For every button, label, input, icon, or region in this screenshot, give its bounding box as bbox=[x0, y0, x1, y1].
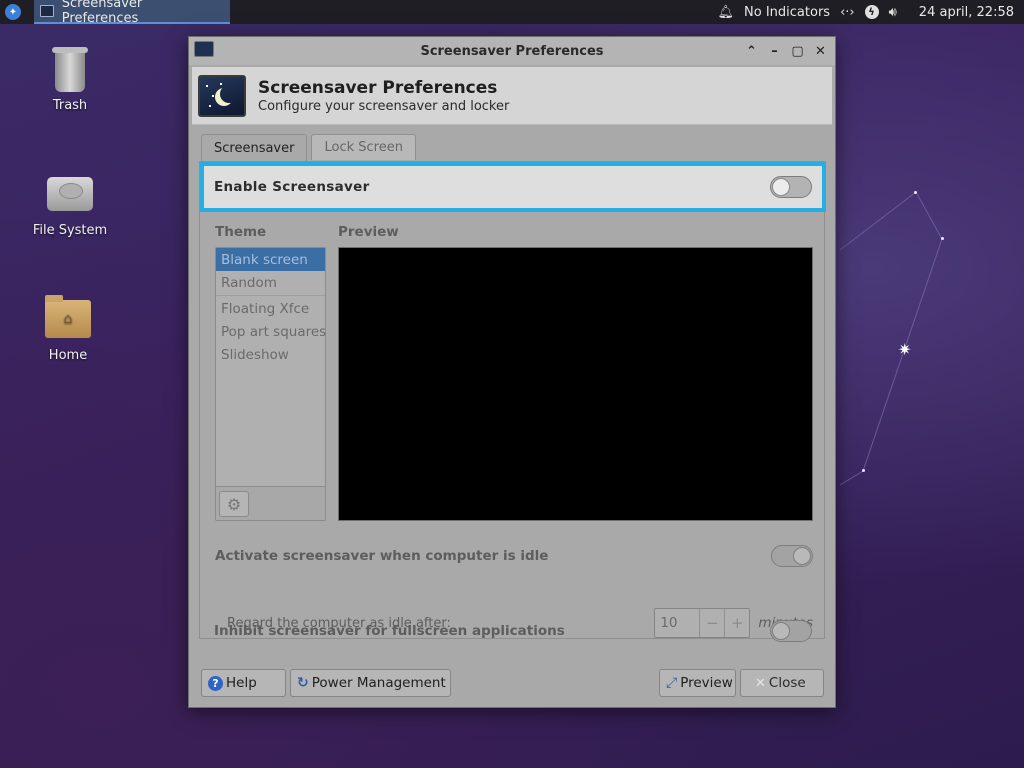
clock[interactable]: 24 april, 22:58 bbox=[919, 5, 1014, 20]
preview-button[interactable]: ⤢ Preview bbox=[659, 669, 736, 697]
dialog-header: Screensaver Preferences Configure your s… bbox=[192, 67, 832, 125]
applications-menu-button[interactable]: ✦ bbox=[0, 0, 26, 24]
preview-button-label: Preview bbox=[680, 675, 733, 691]
close-icon[interactable]: ✕ bbox=[814, 45, 827, 58]
enable-screensaver-row[interactable]: Enable Screensaver bbox=[200, 162, 826, 212]
theme-item-slideshow[interactable]: Slideshow bbox=[216, 343, 325, 366]
network-icon[interactable]: ‹·› bbox=[840, 5, 855, 20]
inhibit-fullscreen-switch[interactable] bbox=[770, 620, 812, 642]
enable-screensaver-label: Enable Screensaver bbox=[214, 179, 370, 195]
theme-item-floating-xfce[interactable]: Floating Xfce bbox=[216, 297, 325, 320]
screensaver-icon bbox=[198, 74, 246, 117]
tab-lock-screen[interactable]: Lock Screen bbox=[311, 134, 416, 160]
maximize-icon[interactable]: ▢ bbox=[791, 45, 804, 58]
window-title: Screensaver Preferences bbox=[420, 43, 604, 59]
switch-knob bbox=[793, 547, 811, 565]
activate-idle-label: Activate screensaver when computer is id… bbox=[215, 548, 549, 564]
activate-idle-switch[interactable] bbox=[771, 545, 813, 567]
trash-icon bbox=[52, 47, 88, 92]
desktop-icon-trash[interactable]: Trash bbox=[20, 47, 120, 113]
system-tray: 🔔︎ No Indicators ‹·› ϟ 🔊︎ 24 april, 22:5… bbox=[718, 5, 1024, 20]
theme-list-footer: ⚙ bbox=[216, 486, 325, 520]
star-decoration bbox=[941, 237, 944, 240]
star-decoration: ✷ bbox=[898, 340, 912, 359]
desktop-icon-file-system[interactable]: File System bbox=[20, 177, 120, 238]
desktop-icon-home[interactable]: ⌂ Home bbox=[18, 295, 118, 363]
theme-item-blank-screen[interactable]: Blank screen bbox=[216, 248, 325, 271]
close-icon: ✕ bbox=[755, 675, 766, 691]
desktop-icon-label: Trash bbox=[52, 98, 88, 113]
close-button-label: Close bbox=[768, 675, 806, 691]
constellation-lines bbox=[839, 191, 943, 486]
close-button[interactable]: ✕ Close bbox=[740, 669, 824, 697]
theme-settings-button[interactable]: ⚙ bbox=[219, 491, 249, 517]
inhibit-fullscreen-row: Inhibit screensaver for fullscreen appli… bbox=[214, 617, 812, 645]
preview-area bbox=[338, 247, 813, 521]
power-management-button[interactable]: ↻ Power Management bbox=[290, 669, 451, 697]
switch-knob bbox=[772, 622, 790, 640]
theme-separator bbox=[216, 295, 325, 296]
help-button-label: Help bbox=[226, 675, 257, 691]
volume-icon[interactable]: 🔊︎ bbox=[889, 5, 897, 20]
power-management-icon: ↻ bbox=[297, 675, 309, 691]
taskbar-item-screensaver[interactable]: Screensaver Preferences bbox=[34, 0, 230, 26]
switch-knob bbox=[772, 178, 790, 196]
window-app-icon[interactable] bbox=[194, 41, 214, 57]
top-panel: ✦ Screensaver Preferences 🔔︎ No Indicato… bbox=[0, 0, 1024, 26]
star-decoration bbox=[914, 191, 917, 194]
screensaver-preferences-window: Screensaver Preferences ⌃ – ▢ ✕ Screensa… bbox=[188, 36, 836, 708]
preview-heading: Preview bbox=[338, 224, 399, 240]
theme-item-pop-art-squares[interactable]: Pop art squares bbox=[216, 320, 326, 343]
theme-heading: Theme bbox=[215, 224, 267, 240]
indicators-text[interactable]: No Indicators bbox=[744, 5, 830, 20]
desktop-icon-label: Home bbox=[48, 348, 88, 363]
fullscreen-icon: ⤢ bbox=[666, 675, 678, 691]
notification-bell-icon[interactable]: 🔔︎ bbox=[718, 5, 735, 20]
inhibit-fullscreen-label: Inhibit screensaver for fullscreen appli… bbox=[214, 623, 565, 639]
header-subtitle: Configure your screensaver and locker bbox=[258, 98, 510, 114]
activate-idle-row: Activate screensaver when computer is id… bbox=[215, 542, 813, 570]
desktop-icon-label: File System bbox=[32, 223, 108, 238]
hard-drive-icon bbox=[47, 177, 93, 211]
theme-list[interactable]: Blank screen Random Floating Xfce Pop ar… bbox=[215, 247, 326, 521]
star-decoration bbox=[862, 469, 865, 472]
gear-icon: ⚙ bbox=[226, 494, 242, 514]
taskbar-item-label: Screensaver Preferences bbox=[61, 0, 143, 26]
minimize-icon[interactable]: – bbox=[768, 45, 781, 58]
enable-screensaver-switch[interactable] bbox=[770, 176, 812, 198]
header-title: Screensaver Preferences bbox=[258, 77, 498, 98]
power-icon[interactable]: ϟ bbox=[864, 5, 879, 19]
power-management-label: Power Management bbox=[311, 675, 446, 691]
home-folder-icon: ⌂ bbox=[45, 295, 91, 338]
xfce-mouse-icon: ✦ bbox=[5, 4, 21, 20]
tab-bar: Screensaver Lock Screen bbox=[201, 134, 416, 162]
theme-item-random[interactable]: Random bbox=[216, 271, 325, 294]
help-icon: ? bbox=[208, 675, 223, 691]
tab-screensaver[interactable]: Screensaver bbox=[201, 134, 308, 162]
window-titlebar[interactable]: Screensaver Preferences ⌃ – ▢ ✕ bbox=[189, 37, 835, 65]
screensaver-tab-panel: Enable Screensaver Theme Preview Blank s… bbox=[199, 161, 826, 639]
screensaver-app-icon bbox=[40, 5, 54, 17]
help-button[interactable]: ? Help bbox=[201, 669, 286, 697]
shade-icon[interactable]: ⌃ bbox=[745, 45, 758, 58]
